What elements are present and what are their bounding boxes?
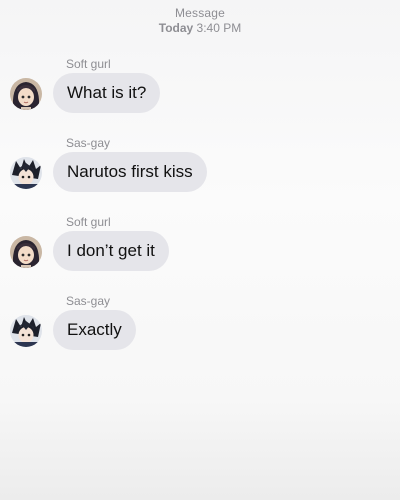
soft-gurl-avatar[interactable] <box>10 78 42 110</box>
conversation-header: Message Today 3:40 PM <box>0 6 400 36</box>
message-row: Soft gurl What is it? <box>0 57 400 127</box>
sender-name: Sas-gay <box>66 136 111 150</box>
sender-name: Soft gurl <box>66 215 111 229</box>
message-bubble[interactable]: Exactly <box>53 310 136 350</box>
message-bubble[interactable]: I don’t get it <box>53 231 169 271</box>
header-timestamp: Today 3:40 PM <box>0 20 400 36</box>
timestamp-time: 3:40 PM <box>196 21 242 35</box>
soft-gurl-avatar[interactable] <box>10 236 42 268</box>
sender-name: Sas-gay <box>66 294 111 308</box>
sender-name: Soft gurl <box>66 57 111 71</box>
message-bubble[interactable]: What is it? <box>53 73 161 113</box>
sas-gay-avatar[interactable] <box>10 157 42 189</box>
sas-gay-avatar[interactable] <box>10 315 42 347</box>
message-row: Sas-gay Exactly <box>0 294 400 364</box>
message-bubble[interactable]: Narutos first kiss <box>53 152 207 192</box>
message-row: Soft gurl I don’t get it <box>0 215 400 285</box>
timestamp-day: Today <box>158 21 194 35</box>
header-title: Message <box>174 6 226 20</box>
message-row: Sas-gay Narutos first kiss <box>0 136 400 206</box>
